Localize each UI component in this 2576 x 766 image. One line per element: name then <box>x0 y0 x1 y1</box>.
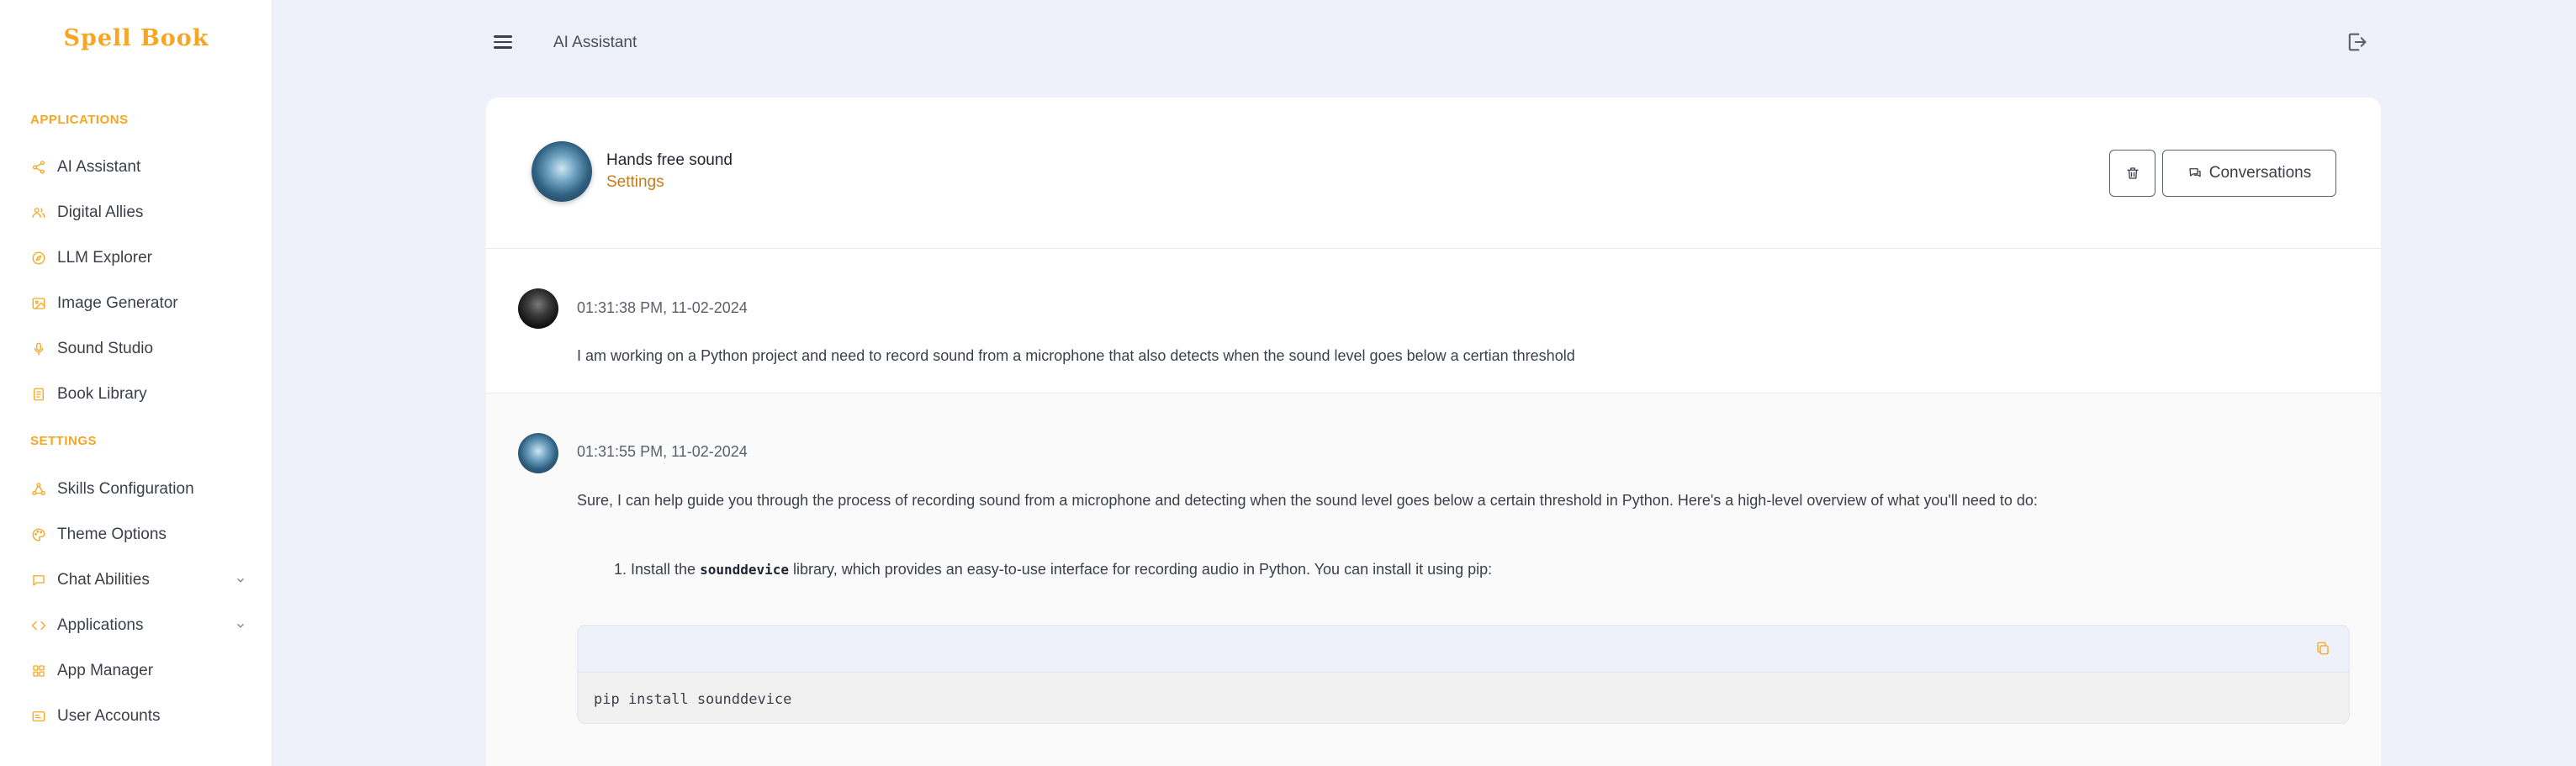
sidebar-item-label: AI Assistant <box>57 158 141 176</box>
code-icon <box>30 617 47 634</box>
logout-icon[interactable] <box>2345 30 2370 55</box>
section-label-settings: SETTINGS <box>30 434 98 448</box>
message-divider <box>486 393 2381 394</box>
sidebar-item-book-library[interactable]: Book Library <box>30 378 249 411</box>
list-item: 1. Install the sounddevice library, whic… <box>614 561 1492 578</box>
palette-icon <box>30 526 47 543</box>
sidebar-item-label: Skills Configuration <box>57 480 194 498</box>
code-toolbar <box>578 626 2349 673</box>
assistant-message: 01:31:55 PM, 11-02-2024 Sure, I can help… <box>486 394 2381 766</box>
sidebar: Spell Book APPLICATIONS AI Assistant Dig… <box>0 0 272 766</box>
compass-icon <box>30 250 47 267</box>
image-icon <box>30 295 47 312</box>
sidebar-item-label: User Accounts <box>57 707 161 725</box>
list-item-text: 1. Install the <box>614 561 701 578</box>
chevron-down-icon[interactable] <box>232 617 249 634</box>
code-text: pip install sounddevice <box>594 691 792 708</box>
user-avatar <box>518 288 558 329</box>
message-timestamp: 01:31:55 PM, 11-02-2024 <box>577 443 748 460</box>
message-timestamp: 01:31:38 PM, 11-02-2024 <box>577 299 748 316</box>
id-card-icon <box>30 708 47 725</box>
sidebar-item-label: Digital Allies <box>57 203 144 221</box>
sidebar-item-label: Chat Abilities <box>57 571 150 589</box>
network-icon <box>30 481 47 498</box>
sidebar-item-user-accounts[interactable]: User Accounts <box>30 700 249 733</box>
book-icon <box>30 386 47 403</box>
section-label-applications: APPLICATIONS <box>30 113 129 127</box>
message-text: I am working on a Python project and nee… <box>577 347 1575 364</box>
menu-toggle-button[interactable] <box>491 32 515 55</box>
sidebar-item-ai-assistant[interactable]: AI Assistant <box>30 151 249 184</box>
chat-icon <box>30 572 47 589</box>
user-message: 01:31:38 PM, 11-02-2024 I am working on … <box>486 98 2381 393</box>
inline-code: sounddevice <box>700 562 790 578</box>
sidebar-item-applications[interactable]: Applications <box>30 609 249 642</box>
sidebar-item-label: Book Library <box>57 385 147 403</box>
sidebar-item-app-manager[interactable]: App Manager <box>30 654 249 688</box>
page-title: AI Assistant <box>553 34 637 51</box>
users-icon <box>30 204 47 221</box>
sidebar-item-label: LLM Explorer <box>57 249 152 267</box>
sidebar-item-label: Image Generator <box>57 294 178 312</box>
assistant-avatar <box>518 433 558 473</box>
grid-icon <box>30 663 47 679</box>
share-nodes-icon <box>30 159 47 176</box>
sidebar-item-skills-configuration[interactable]: Skills Configuration <box>30 473 249 506</box>
sidebar-item-label: App Manager <box>57 662 154 679</box>
sidebar-item-label: Theme Options <box>57 526 167 543</box>
copy-icon[interactable] <box>2315 641 2332 658</box>
microphone-icon <box>30 341 47 357</box>
sidebar-item-image-generator[interactable]: Image Generator <box>30 287 249 320</box>
sidebar-item-label: Sound Studio <box>57 340 154 357</box>
sidebar-item-llm-explorer[interactable]: LLM Explorer <box>30 241 249 275</box>
sidebar-item-sound-studio[interactable]: Sound Studio <box>30 332 249 366</box>
message-text: Sure, I can help guide you through the p… <box>577 492 2038 509</box>
sidebar-item-label: Applications <box>57 616 144 634</box>
chevron-down-icon[interactable] <box>232 572 249 589</box>
sidebar-item-chat-abilities[interactable]: Chat Abilities <box>30 563 249 597</box>
sidebar-item-digital-allies[interactable]: Digital Allies <box>30 196 249 230</box>
list-item-text: library, which provides an easy-to-use i… <box>789 561 1493 578</box>
code-block: pip install sounddevice <box>577 625 2350 724</box>
brand-logo[interactable]: Spell Book <box>0 25 272 51</box>
chat-card: Hands free sound Settings Conversations … <box>486 98 2381 766</box>
sidebar-item-theme-options[interactable]: Theme Options <box>30 518 249 552</box>
